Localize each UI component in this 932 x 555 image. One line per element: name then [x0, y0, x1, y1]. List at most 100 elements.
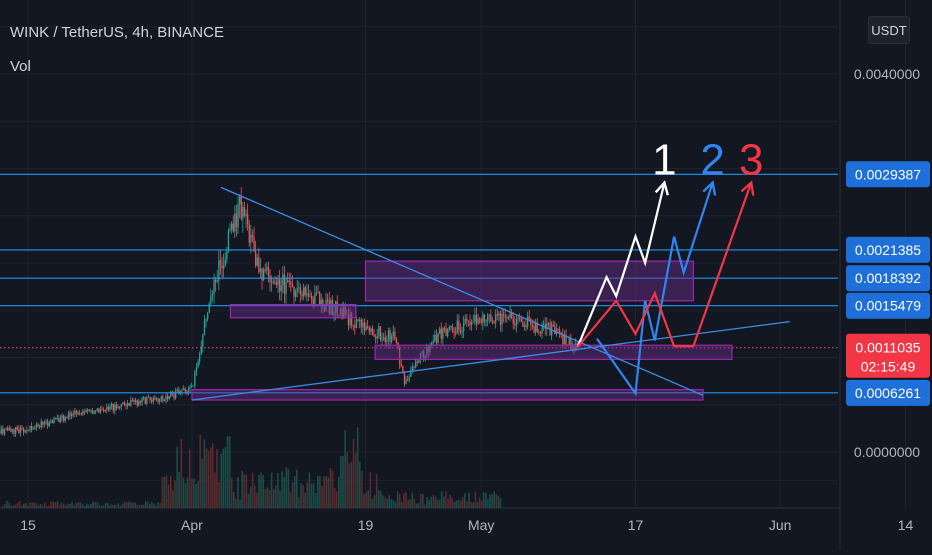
- candle-body: [295, 291, 296, 296]
- candle-body: [305, 287, 306, 295]
- candle-body: [268, 267, 269, 276]
- candle-body: [519, 318, 520, 319]
- candle-body: [469, 322, 470, 325]
- volume-bar: [428, 500, 430, 508]
- candle-body: [279, 279, 280, 291]
- volume-bar: [132, 503, 134, 508]
- volume-bar: [464, 493, 466, 508]
- candle-body: [252, 235, 253, 238]
- candle-body: [529, 317, 530, 319]
- volume-bar: [309, 473, 311, 508]
- candle-body: [231, 224, 232, 229]
- volume-bar: [315, 493, 317, 508]
- candle-body: [274, 282, 275, 283]
- volume-bar: [386, 499, 388, 508]
- volume-bar: [199, 435, 201, 508]
- candle-body: [293, 287, 294, 297]
- candle-body: [188, 389, 189, 392]
- candle-body: [167, 396, 168, 399]
- price-chart[interactable]: 15Apr19May17Jun141230.00400000.00000000.…: [0, 0, 932, 550]
- candle-body: [60, 418, 61, 422]
- candle-body: [132, 400, 133, 401]
- candle-body: [505, 316, 506, 318]
- candle-body: [79, 413, 80, 414]
- candle-body: [356, 319, 357, 328]
- candle-body: [215, 280, 216, 282]
- volume-bar: [118, 503, 120, 508]
- volume-bar: [147, 501, 149, 508]
- candle-body: [367, 326, 368, 327]
- badge-label: 0.0021385: [855, 242, 921, 258]
- volume-bar: [399, 494, 401, 508]
- candle-body: [269, 276, 270, 282]
- candle-body: [113, 404, 114, 411]
- volume-bar: [491, 494, 493, 508]
- volume-bar: [94, 502, 96, 508]
- volume-bar: [258, 475, 260, 508]
- candle-body: [20, 428, 21, 433]
- volume-bar: [170, 476, 172, 508]
- candle-body: [503, 314, 504, 315]
- volume-bar: [69, 504, 71, 508]
- volume-bar: [405, 492, 407, 508]
- volume-bar: [6, 501, 8, 508]
- volume-bar: [8, 503, 10, 508]
- candle-body: [127, 403, 128, 406]
- candle-body: [509, 313, 510, 318]
- candle-body: [292, 284, 293, 287]
- candle-body: [145, 397, 146, 404]
- candle-body: [485, 320, 486, 321]
- candle-body: [106, 407, 107, 410]
- projection-label: 3: [739, 136, 763, 185]
- candle-body: [98, 408, 99, 412]
- volume-bar: [346, 452, 348, 508]
- candle-body: [50, 421, 51, 423]
- volume-bar: [414, 499, 416, 508]
- volume-bar: [330, 468, 332, 508]
- candle-body: [114, 405, 115, 411]
- candle-body: [287, 281, 288, 282]
- candle-body: [277, 279, 278, 285]
- candle-body: [4, 429, 5, 434]
- volume-bar: [63, 504, 65, 508]
- candle-body: [393, 332, 394, 336]
- volume-bar: [292, 482, 294, 508]
- volume-bar: [244, 474, 246, 508]
- candle-body: [157, 399, 158, 402]
- candle-body: [74, 411, 75, 414]
- candle-body: [413, 367, 414, 368]
- volume-bar: [185, 483, 187, 508]
- chart-area[interactable]: 15Apr19May17Jun141230.00400000.00000000.…: [0, 0, 932, 550]
- candle-body: [405, 380, 406, 384]
- candle-body: [233, 224, 234, 232]
- candle-body: [260, 268, 261, 272]
- y-tick-label: 0.0000000: [854, 444, 920, 460]
- candle-body: [175, 391, 176, 398]
- volume-bar: [363, 494, 365, 508]
- volume-bar: [90, 504, 92, 508]
- candle-body: [9, 428, 10, 430]
- volume-bar: [151, 502, 153, 508]
- volume-bar: [202, 459, 204, 508]
- volume-bar: [391, 499, 393, 508]
- volume-bar: [267, 487, 269, 508]
- candle-body: [191, 386, 192, 387]
- candle-body: [162, 396, 163, 401]
- volume-bar: [395, 502, 397, 508]
- candle-body: [97, 408, 98, 410]
- candle-body: [23, 429, 24, 433]
- candle-body: [497, 314, 498, 315]
- candle-body: [26, 430, 27, 431]
- candle-body: [458, 321, 459, 330]
- currency-button[interactable]: USDT: [868, 16, 910, 44]
- volume-bar: [204, 439, 206, 508]
- candle-body: [457, 321, 458, 334]
- candle-body: [357, 319, 358, 320]
- candle-body: [364, 322, 365, 330]
- candle-body: [138, 401, 139, 406]
- candle-body: [71, 414, 72, 416]
- candle-body: [87, 409, 88, 410]
- volume-bar: [128, 501, 130, 508]
- candle-body: [44, 423, 45, 425]
- candle-body: [42, 422, 43, 425]
